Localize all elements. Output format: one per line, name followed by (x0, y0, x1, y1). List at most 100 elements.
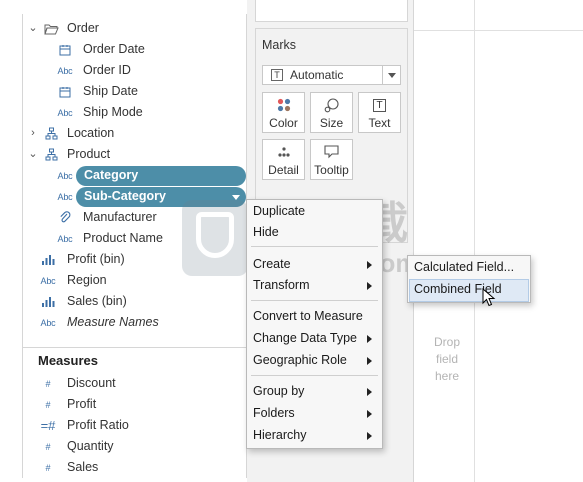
chevron-right-icon[interactable]: › (28, 127, 38, 139)
menu-item-group-by[interactable]: Group by (247, 382, 382, 403)
detail-button[interactable]: Detail (262, 139, 305, 180)
drop-hint-line: here (434, 369, 460, 383)
menu-item-label: Group by (253, 384, 305, 398)
menu-item-change-data-type[interactable]: Change Data Type (247, 329, 382, 350)
drop-hint-line: Drop (433, 335, 460, 349)
measure-sales[interactable]: # Sales (23, 457, 246, 478)
menu-item-duplicate[interactable]: Duplicate (247, 202, 382, 223)
drop-field-hint[interactable]: Drop field here (422, 334, 472, 385)
text-button[interactable]: T Text (358, 92, 401, 133)
menu-item-convert-to-measure[interactable]: Convert to Measure (247, 307, 382, 328)
menu-item-create[interactable]: Create (247, 255, 382, 276)
abc-icon: Abc (40, 275, 56, 286)
menu-item-hierarchy[interactable]: Hierarchy (247, 426, 382, 447)
field-region[interactable]: Abc Region (23, 270, 246, 291)
field-measure-names[interactable]: Abc Measure Names (23, 312, 246, 333)
calendar-icon (58, 42, 72, 57)
menu-item-label: Geographic Role (253, 353, 347, 367)
hash-icon: # (45, 399, 51, 410)
tooltip-icon (311, 144, 352, 160)
menu-item-label: Convert to Measure (253, 309, 363, 323)
data-pane: ⌄ Order Order Date Abc Order ID Ship Dat… (22, 14, 247, 478)
grid-line (474, 0, 475, 482)
abc-icon: Abc (57, 233, 73, 244)
submenu-arrow-icon (367, 261, 372, 269)
field-label: Quantity (67, 439, 114, 453)
menu-item-hide[interactable]: Hide (247, 223, 382, 244)
field-label: Sales (bin) (67, 294, 127, 308)
measure-discount[interactable]: # Discount (23, 373, 246, 394)
menu-separator (251, 300, 378, 301)
size-button[interactable]: Size (310, 92, 353, 133)
field-label: Ship Mode (83, 105, 143, 119)
hierarchy-icon (43, 126, 59, 141)
mark-type-dropdown[interactable]: T Automatic (262, 65, 401, 85)
button-label: Text (368, 116, 391, 130)
field-profit-bin[interactable]: Profit (bin) (23, 249, 246, 270)
menu-separator (251, 246, 378, 247)
field-label: Profit Ratio (67, 418, 129, 432)
hierarchy-icon (43, 147, 59, 162)
field-label: Profit (bin) (67, 252, 125, 266)
field-sub-category[interactable]: Abc Sub-Category (23, 186, 246, 207)
chevron-down-icon[interactable]: ⌄ (28, 148, 38, 160)
mouse-pointer-icon (482, 287, 496, 311)
chevron-down-icon[interactable] (382, 66, 400, 84)
field-sales-bin[interactable]: Sales (bin) (23, 291, 246, 312)
selected-field-pill[interactable]: Category (76, 166, 246, 186)
color-dots-icon (263, 97, 304, 113)
measure-quantity[interactable]: # Quantity (23, 436, 246, 457)
abc-icon: Abc (57, 65, 73, 76)
submenu-arrow-icon (367, 432, 372, 440)
folder-order[interactable]: ⌄ Order (23, 18, 246, 39)
field-ship-mode[interactable]: Abc Ship Mode (23, 102, 246, 123)
measure-profit-ratio[interactable]: =# Profit Ratio (23, 415, 246, 436)
marks-title: Marks (262, 38, 297, 52)
filters-card[interactable] (255, 0, 408, 22)
field-order-date[interactable]: Order Date (23, 39, 246, 60)
chevron-down-icon[interactable]: ⌄ (28, 22, 38, 34)
field-label: Product Name (83, 231, 163, 245)
button-label: Detail (268, 163, 299, 177)
menu-item-folders[interactable]: Folders (247, 404, 382, 425)
menu-item-combined-field[interactable]: Combined Field (409, 279, 529, 302)
field-manufacturer[interactable]: Manufacturer (23, 207, 246, 228)
section-divider (23, 347, 246, 348)
abc-icon: Abc (57, 191, 73, 202)
hierarchy-product[interactable]: ⌄ Product (23, 144, 246, 165)
field-label: Sub-Category (84, 189, 166, 203)
text-icon: T (359, 97, 400, 113)
submenu-arrow-icon (367, 388, 372, 396)
hierarchy-label: Location (67, 126, 115, 140)
menu-item-label: Folders (253, 406, 295, 420)
menu-item-label: Hierarchy (253, 428, 307, 442)
drop-hint-line: field (435, 352, 458, 366)
tooltip-button[interactable]: Tooltip (310, 139, 353, 180)
button-label: Size (319, 116, 344, 130)
field-order-id[interactable]: Abc Order ID (23, 60, 246, 81)
menu-item-calculated-field[interactable]: Calculated Field... (408, 258, 530, 279)
field-label: Measure Names (67, 315, 159, 329)
folder-open-icon (43, 21, 59, 36)
dropdown-caret-icon[interactable] (232, 195, 240, 200)
button-label: Tooltip (314, 163, 349, 177)
menu-item-label: Create (253, 257, 291, 271)
abc-icon: Abc (57, 107, 73, 118)
measure-profit[interactable]: # Profit (23, 394, 246, 415)
menu-item-label: Change Data Type (253, 331, 358, 345)
field-category[interactable]: Abc Category (23, 165, 246, 186)
hierarchy-location[interactable]: › Location (23, 123, 246, 144)
submenu-arrow-icon (367, 410, 372, 418)
view-canvas[interactable]: Drop field here (414, 0, 583, 482)
field-label: Ship Date (83, 84, 138, 98)
grid-line (414, 30, 583, 31)
hash-icon: # (45, 441, 51, 452)
menu-item-transform[interactable]: Transform (247, 276, 382, 297)
field-product-name[interactable]: Abc Product Name (23, 228, 246, 249)
menu-item-label: Transform (253, 278, 310, 292)
menu-item-geographic-role[interactable]: Geographic Role (247, 351, 382, 372)
field-ship-date[interactable]: Ship Date (23, 81, 246, 102)
selected-field-pill[interactable]: Sub-Category (76, 187, 246, 207)
color-button[interactable]: Color (262, 92, 305, 133)
mark-type-value: Automatic (290, 68, 344, 82)
